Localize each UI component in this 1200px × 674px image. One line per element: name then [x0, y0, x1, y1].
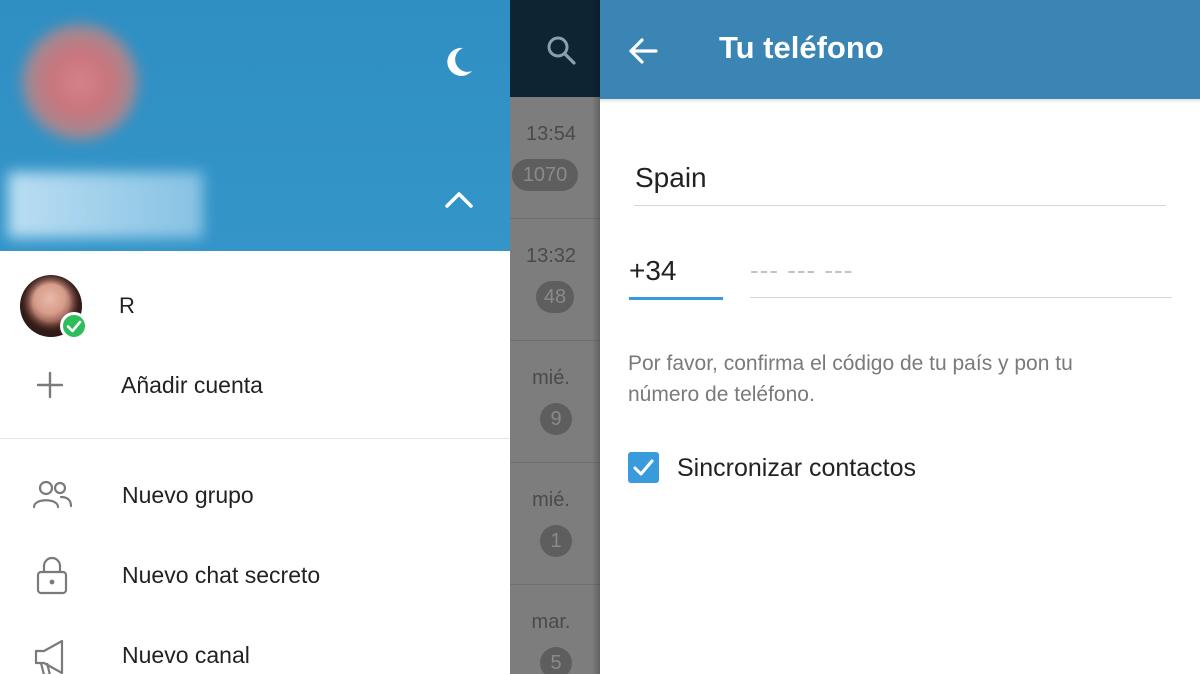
- chat-time: mar.: [531, 611, 571, 633]
- menu-item-new-secret-chat[interactable]: Nuevo chat secreto: [0, 535, 510, 615]
- menu-item-new-channel[interactable]: Nuevo canal: [0, 615, 510, 674]
- page-title: Tu teléfono: [719, 30, 884, 65]
- night-mode-icon[interactable]: [436, 40, 480, 84]
- chat-list-toolbar: [510, 0, 600, 97]
- active-account-check-icon: [60, 312, 88, 340]
- chat-time: mié.: [532, 367, 570, 389]
- chat-time: 13:54: [525, 123, 577, 145]
- menu-item-new-group[interactable]: Nuevo grupo: [0, 455, 510, 535]
- chat-list-dimmed: 13:54 1070 13:32 48 mié. 9 mié. 1 mar. 5: [510, 0, 600, 674]
- plus-icon: [36, 371, 64, 399]
- menu-item-label: Nuevo grupo: [122, 482, 254, 508]
- unread-badge: 1070: [512, 159, 578, 191]
- megaphone-icon: [30, 635, 74, 674]
- add-account-label: Añadir cuenta: [121, 372, 263, 398]
- search-icon[interactable]: [544, 33, 578, 67]
- chat-time: mié.: [532, 489, 570, 511]
- menu-item-label: Nuevo canal: [122, 642, 250, 668]
- phone-entry-screen: Tu teléfono Spain +34 --- --- --- Por fa…: [600, 0, 1200, 674]
- account-name: R: [119, 293, 135, 318]
- country-code-value: +34: [629, 255, 677, 286]
- drawer-shadow: [592, 0, 600, 674]
- profile-name-blurred: [8, 172, 203, 238]
- country-selector[interactable]: Spain: [634, 150, 1166, 206]
- navigation-drawer: R Añadir cuenta Nuevo grupo Nuevo chat s…: [0, 0, 510, 674]
- add-account-button[interactable]: Añadir cuenta: [0, 359, 510, 439]
- unread-badge: 9: [540, 403, 572, 435]
- lock-icon: [30, 553, 74, 597]
- profile-avatar[interactable]: [20, 22, 140, 142]
- chat-list-item[interactable]: mié. 1: [510, 463, 600, 585]
- sync-contacts-toggle[interactable]: Sincronizar contactos: [628, 450, 1028, 490]
- chat-list-item[interactable]: mié. 9: [510, 341, 600, 463]
- checkbox-checked-icon[interactable]: [628, 452, 659, 483]
- chevron-up-icon[interactable]: [438, 180, 480, 220]
- unread-badge: 48: [536, 281, 574, 313]
- group-icon: [30, 473, 74, 517]
- country-code-input[interactable]: +34: [629, 245, 723, 300]
- country-value: Spain: [635, 162, 707, 193]
- sync-contacts-label: Sincronizar contactos: [677, 454, 917, 482]
- account-row[interactable]: R: [0, 251, 510, 359]
- chat-time: 13:32: [525, 245, 577, 267]
- phone-number-input[interactable]: --- --- ---: [750, 245, 1172, 298]
- menu-item-label: Nuevo chat secreto: [122, 562, 321, 588]
- phone-number-placeholder: --- --- ---: [750, 255, 854, 285]
- help-text: Por favor, confirma el código de tu país…: [628, 352, 1073, 406]
- drawer-divider: [0, 438, 510, 439]
- unread-badge: 5: [540, 647, 572, 674]
- back-arrow-icon[interactable]: [626, 34, 660, 68]
- drawer-header: [0, 0, 510, 251]
- chat-list-item[interactable]: 13:54 1070: [510, 97, 600, 219]
- unread-badge: 1: [540, 525, 572, 557]
- phone-entry-toolbar: Tu teléfono: [600, 0, 1200, 103]
- chat-list-item[interactable]: mar. 5: [510, 585, 600, 674]
- chat-list-item[interactable]: 13:32 48: [510, 219, 600, 341]
